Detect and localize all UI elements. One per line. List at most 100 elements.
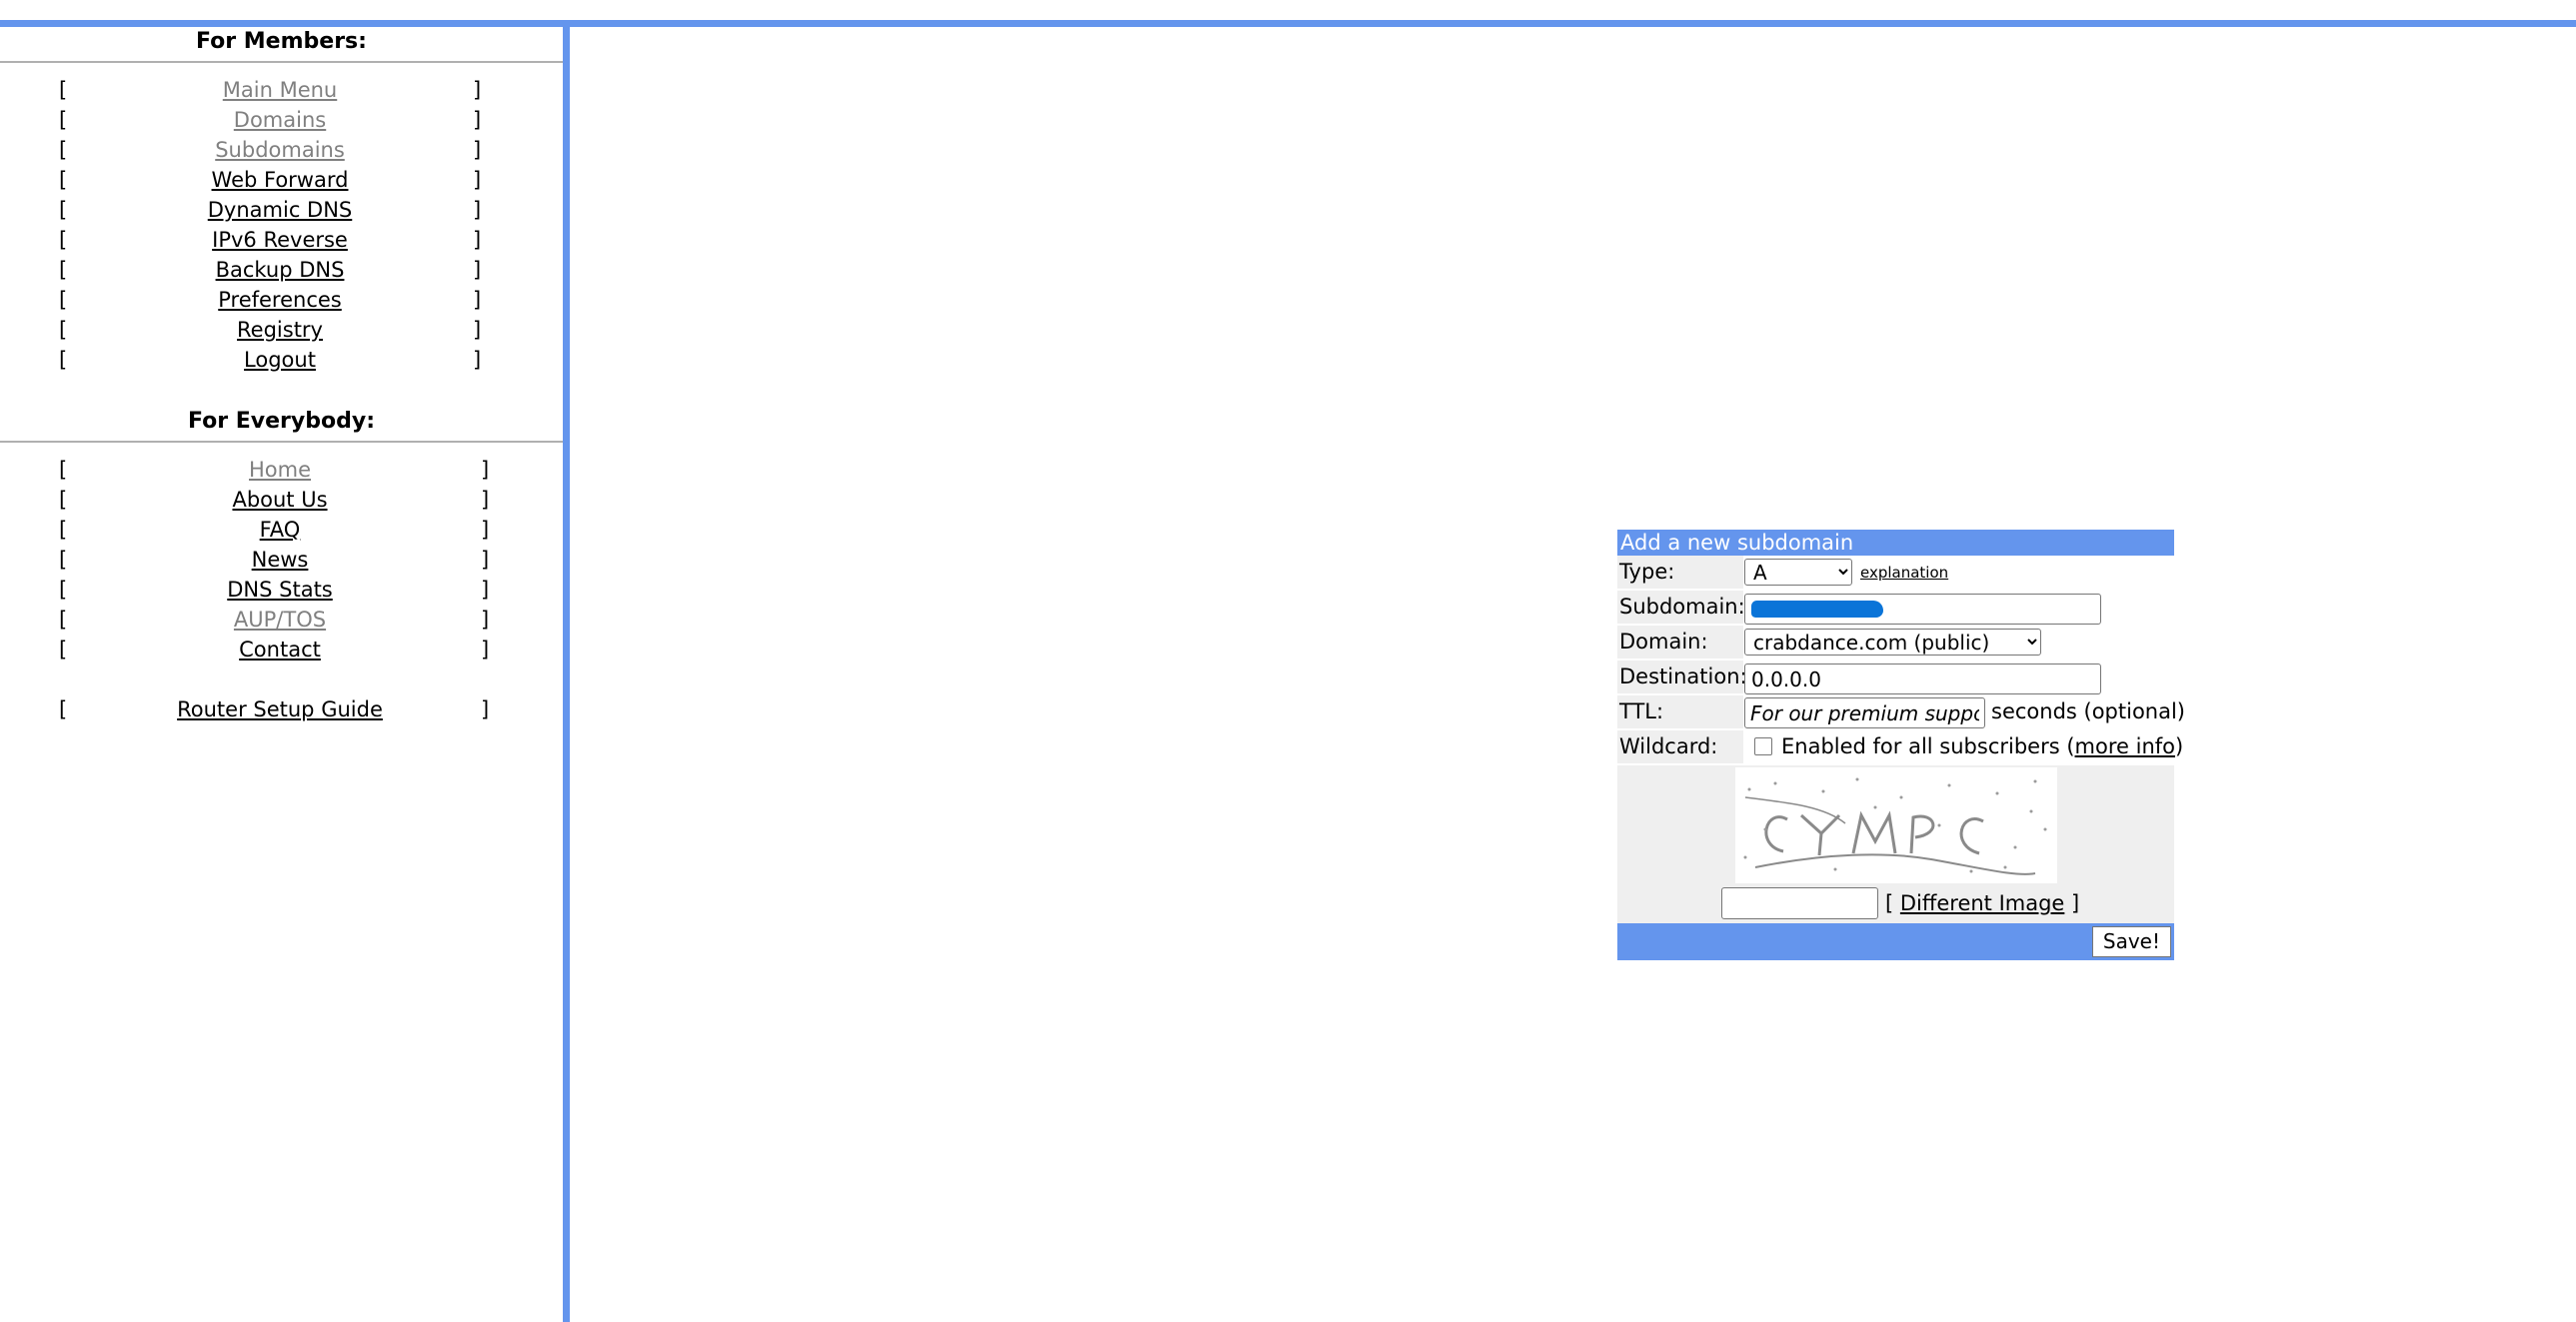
destination-row: Destination: xyxy=(1617,661,2174,695)
bracket-right: ] xyxy=(481,488,490,512)
sidebar-link-preferences[interactable]: Preferences xyxy=(70,285,490,315)
wildcard-checkbox[interactable] xyxy=(1754,737,1772,755)
sidebar-link-web-forward[interactable]: Web Forward xyxy=(70,165,490,195)
sidebar-link-news[interactable]: News xyxy=(70,545,490,575)
sidebar-link-logout[interactable]: Logout xyxy=(70,345,490,375)
bracket-right: ] xyxy=(481,608,490,632)
sidebar-item-contact: [ Contact ] xyxy=(0,635,563,664)
domain-row: Domain: crabdance.com (public) xyxy=(1617,626,2174,661)
ttl-input[interactable] xyxy=(1744,697,1985,728)
bracket-left: [ xyxy=(59,548,68,572)
panel-footer: Save! xyxy=(1617,923,2174,960)
explanation-link[interactable]: explanation xyxy=(1860,564,1948,582)
bracket-left: [ xyxy=(59,198,68,222)
bracket-left: [ xyxy=(59,578,68,602)
bracket-right: ] xyxy=(473,228,482,252)
bracket-left: [ xyxy=(59,518,68,542)
sidebar-link-home[interactable]: Home xyxy=(70,455,490,485)
bracket-right: ] xyxy=(473,258,482,282)
sidebar-item-web-forward: [ Web Forward ] xyxy=(0,165,563,195)
sidebar-item-backup-dns: [ Backup DNS ] xyxy=(0,255,563,285)
bracket-right: ] xyxy=(481,578,490,602)
save-button[interactable]: Save! xyxy=(2091,926,2171,957)
captcha-input[interactable] xyxy=(1721,887,1878,919)
ttl-label: TTL: xyxy=(1617,695,1743,728)
sidebar-item-preferences: [ Preferences ] xyxy=(0,285,563,315)
sidebar-divider xyxy=(563,20,570,1322)
sidebar-link-registry[interactable]: Registry xyxy=(70,315,490,345)
bracket-left: [ xyxy=(59,697,68,721)
sidebar-item-router-setup-guide: [ Router Setup Guide ] xyxy=(0,694,563,724)
bracket-left: [ xyxy=(59,638,68,661)
subdomain-cell xyxy=(1743,591,2174,625)
bracket-right: ] xyxy=(481,548,490,572)
subdomain-label: Subdomain: xyxy=(1617,591,1745,624)
sidebar-link-main-menu[interactable]: Main Menu xyxy=(70,75,490,105)
bracket-left: [ xyxy=(59,258,68,282)
bracket-left: [ xyxy=(59,78,68,102)
destination-label: Destination: xyxy=(1617,661,1747,693)
sidebar-item-registry: [ Registry ] xyxy=(0,315,563,345)
domain-select[interactable]: crabdance.com (public) xyxy=(1744,629,2041,656)
sidebar-link-about-us[interactable]: About Us xyxy=(70,485,490,515)
bracket-left: [ xyxy=(59,458,68,482)
type-row: Type: A explanation xyxy=(1617,556,2174,591)
add-subdomain-panel: Add a new subdomain Type: A explanation … xyxy=(1617,530,2185,960)
captcha-section: [ Different Image ] xyxy=(1617,765,2174,923)
menu-spacer xyxy=(0,664,563,694)
bracket-right: ] xyxy=(473,348,482,372)
ttl-cell: seconds (optional) xyxy=(1743,695,2185,728)
sidebar-item-main-menu: [ Main Menu ] xyxy=(0,75,563,105)
bracket-left: [ xyxy=(59,228,68,252)
sidebar-link-subdomains[interactable]: Subdomains xyxy=(70,135,490,165)
more-info-link[interactable]: more info xyxy=(2075,734,2175,758)
panel-title: Add a new subdomain xyxy=(1617,530,2174,556)
bracket-right: ] xyxy=(481,697,490,721)
bracket-right: ] xyxy=(481,458,490,482)
bracket-left: [ xyxy=(59,138,68,162)
wildcard-label: Wildcard: xyxy=(1617,730,1743,763)
destination-input[interactable] xyxy=(1744,663,2101,694)
sidebar-link-dynamic-dns[interactable]: Dynamic DNS xyxy=(70,195,490,225)
bracket-right: ] xyxy=(473,168,482,192)
sidebar-link-ipv6-reverse[interactable]: IPv6 Reverse xyxy=(70,225,490,255)
sidebar-link-contact[interactable]: Contact xyxy=(70,635,490,664)
destination-cell xyxy=(1743,661,2174,694)
subdomain-row: Subdomain: xyxy=(1617,591,2174,626)
bracket-right: ] xyxy=(473,288,482,312)
sidebar-link-faq[interactable]: FAQ xyxy=(70,515,490,545)
bracket-left: [ xyxy=(59,288,68,312)
domain-label: Domain: xyxy=(1617,626,1743,659)
members-section-rule xyxy=(0,61,563,63)
bracket-right: ] xyxy=(473,318,482,342)
bracket-right: ] xyxy=(473,108,482,132)
different-image-link[interactable]: Different Image xyxy=(1900,891,2064,915)
ttl-row: TTL: seconds (optional) xyxy=(1617,695,2185,730)
sidebar-link-dns-stats[interactable]: DNS Stats xyxy=(70,575,490,605)
sidebar-item-ipv6-reverse: [ IPv6 Reverse ] xyxy=(0,225,563,255)
different-image-control: [ Different Image ] xyxy=(1885,889,2079,917)
bracket-left: [ xyxy=(1885,891,1900,915)
sidebar-link-domains[interactable]: Domains xyxy=(70,105,490,135)
sidebar-link-backup-dns[interactable]: Backup DNS xyxy=(70,255,490,285)
bracket-left: [ xyxy=(59,348,68,372)
bracket-right: ] xyxy=(473,138,482,162)
sidebar-item-faq: [ FAQ ] xyxy=(0,515,563,545)
captcha-image xyxy=(1735,767,2057,883)
sidebar-link-aup-tos[interactable]: AUP/TOS xyxy=(70,605,490,635)
bracket-left: [ xyxy=(59,108,68,132)
bracket-left: [ xyxy=(59,168,68,192)
sidebar-item-domains: [ Domains ] xyxy=(0,105,563,135)
wildcard-description: Enabled for all subscribers ( xyxy=(1781,734,2075,758)
sidebar: For Members: [ Main Menu ] [ Domains ] [… xyxy=(0,27,563,724)
top-accent-bar xyxy=(0,20,2576,27)
type-cell: A explanation xyxy=(1743,556,2174,589)
bracket-right: ] xyxy=(2064,891,2080,915)
ttl-suffix: seconds (optional) xyxy=(1991,699,2186,723)
bracket-left: [ xyxy=(59,318,68,342)
bracket-left: [ xyxy=(59,608,68,632)
type-select[interactable]: A xyxy=(1744,559,1852,586)
sidebar-item-news: [ News ] xyxy=(0,545,563,575)
sidebar-link-router-setup-guide[interactable]: Router Setup Guide xyxy=(70,694,490,724)
wildcard-text: Enabled for all subscribers (more info) xyxy=(1781,730,2183,763)
